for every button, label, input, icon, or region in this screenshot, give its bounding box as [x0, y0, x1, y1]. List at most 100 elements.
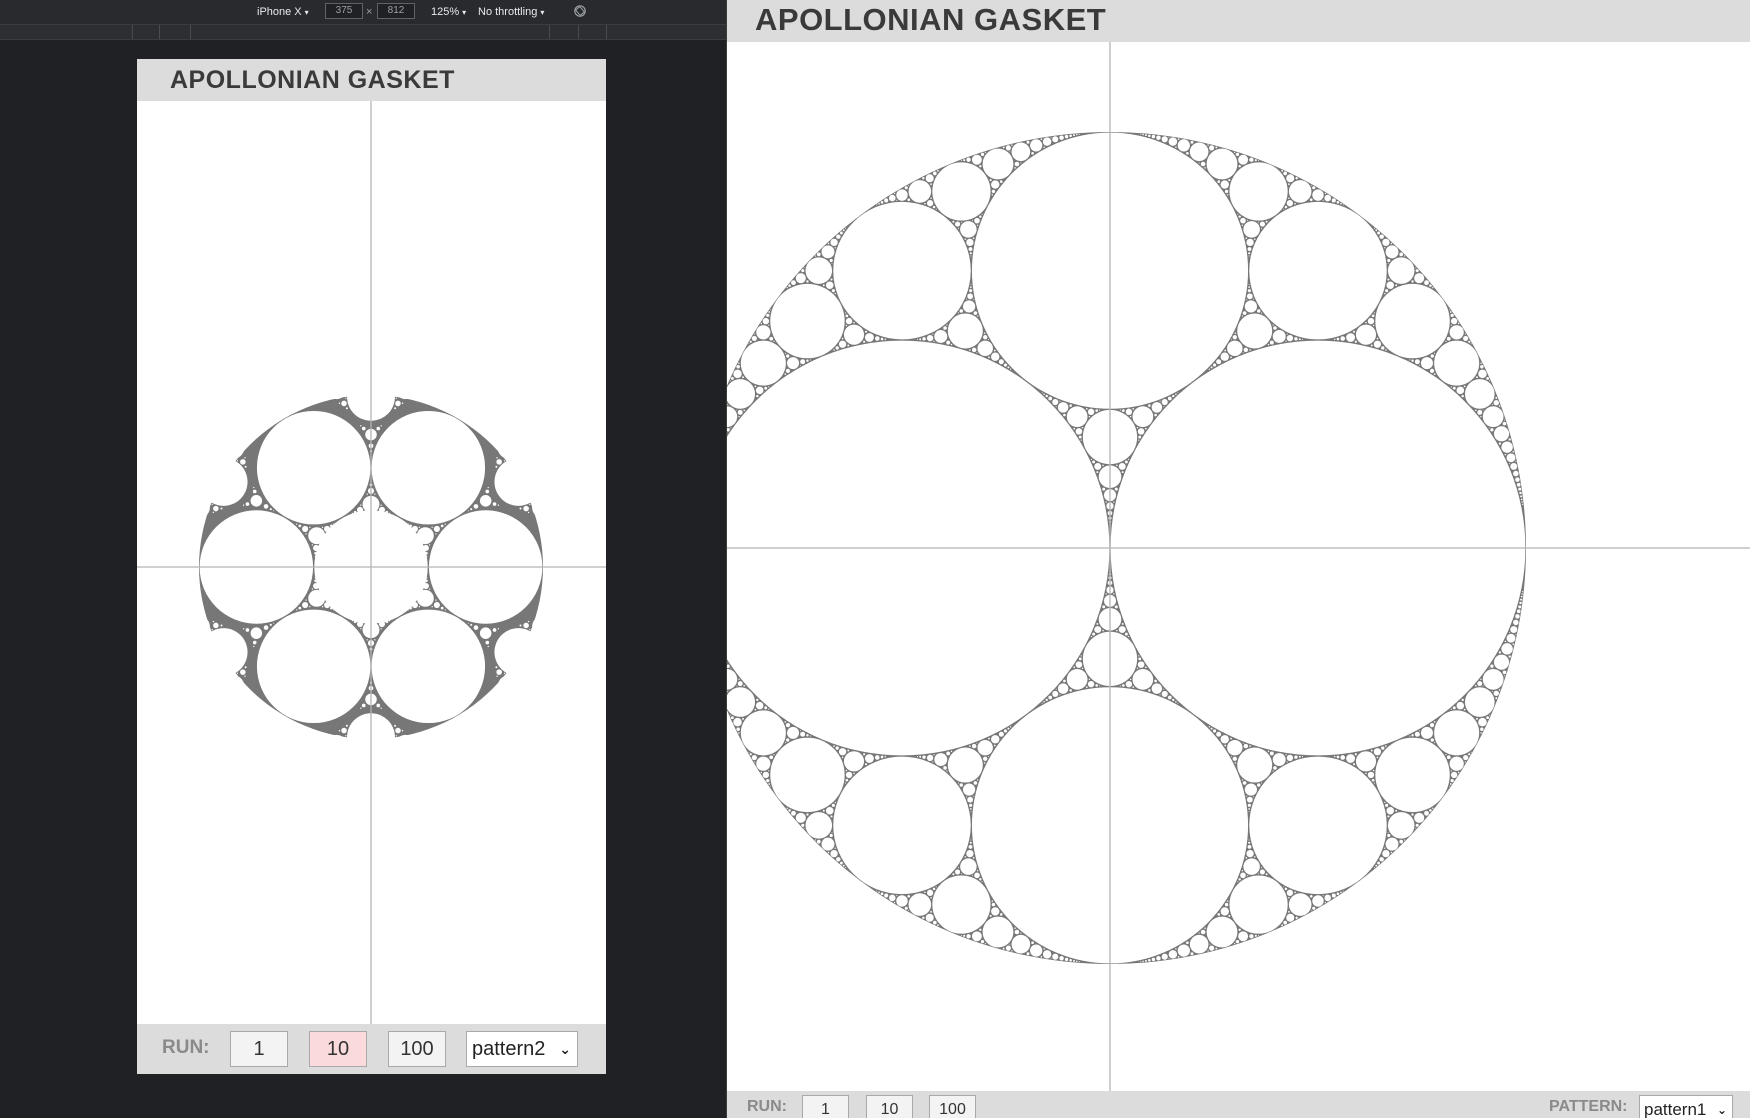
gasket-circle — [930, 197, 932, 199]
gasket-circle — [366, 493, 368, 495]
gasket-circle — [1248, 252, 1251, 255]
gasket-circle — [1088, 678, 1091, 681]
run-100-button[interactable]: 100 — [929, 1095, 976, 1118]
gasket-circle — [374, 493, 376, 495]
gasket-circle — [974, 217, 980, 224]
rotate-icon[interactable] — [573, 4, 587, 18]
gasket-circle — [1055, 406, 1057, 408]
gasket-circle — [999, 180, 1003, 183]
run-1-button[interactable]: 1 — [802, 1095, 849, 1118]
gasket-circle — [319, 544, 321, 546]
gasket-circle — [313, 582, 320, 590]
gasket-circle — [427, 745, 430, 747]
gasket-circle — [411, 525, 418, 533]
gasket-circle — [549, 548, 551, 550]
gasket-circle — [1246, 293, 1253, 300]
gasket-circle — [1387, 812, 1415, 839]
gasket-circle — [1283, 886, 1285, 888]
gasket-circle — [1414, 273, 1425, 284]
gasket-circle — [1075, 428, 1083, 435]
gasket-circle — [1177, 139, 1190, 152]
gasket-circle — [769, 755, 774, 760]
gasket-circle — [296, 730, 298, 732]
gasket-circle — [1461, 698, 1464, 702]
gasket-circle — [1224, 349, 1227, 352]
gasket-circle — [1248, 810, 1250, 812]
gasket-circle — [1324, 901, 1327, 904]
pattern-select[interactable]: pattern1 ⌄ — [1639, 1095, 1733, 1118]
gasket-circle — [800, 731, 806, 737]
gasket-circle — [269, 623, 272, 626]
gasket-circle — [479, 627, 492, 639]
gasket-circle — [467, 510, 469, 512]
gasket-circle — [907, 198, 911, 202]
gasket-circle — [730, 427, 732, 429]
gasket-circle — [1456, 386, 1465, 395]
gasket-circle — [1301, 338, 1304, 340]
gasket-circle — [822, 809, 825, 812]
gasket-circle — [327, 753, 329, 755]
throttling-select[interactable]: No throttling ▾ — [478, 4, 544, 20]
gasket-circle — [969, 349, 971, 351]
gasket-circle — [1140, 133, 1142, 135]
gasket-circle — [1247, 845, 1252, 849]
gasket-circle — [206, 675, 209, 677]
gasket-circle — [545, 602, 548, 605]
gasket-circle — [1294, 337, 1298, 341]
gasket-circle — [554, 622, 556, 624]
gasket-circle — [1154, 679, 1157, 683]
gasket-circle — [325, 599, 328, 601]
device-select[interactable]: iPhone X ▾ — [257, 4, 309, 20]
gasket-circle — [971, 875, 974, 877]
gasket-circle — [212, 448, 221, 457]
gasket-circle — [755, 701, 764, 710]
gasket-circle — [440, 524, 444, 528]
control-bar: RUN: 1 10 100 PATTERN: pattern1 ⌄ — [727, 1091, 1750, 1118]
run-1-button[interactable]: 1 — [230, 1031, 288, 1067]
gasket-circle — [1210, 366, 1213, 369]
gasket-circle — [785, 368, 791, 373]
gasket-circle — [1506, 633, 1516, 643]
gasket-circle — [1355, 324, 1377, 345]
gasket-circle — [1207, 950, 1209, 952]
gasket-circle — [1474, 684, 1477, 687]
gasket-circle — [1212, 729, 1217, 733]
gasket-circle — [967, 293, 974, 300]
gasket-circle — [760, 771, 763, 774]
gasket-circle — [847, 749, 850, 752]
gasket-circle — [935, 886, 937, 888]
gasket-circle — [1399, 252, 1404, 257]
gasket-circle — [1172, 698, 1175, 702]
gasket-circle — [1480, 678, 1482, 681]
gasket-circle — [1059, 400, 1061, 402]
gasket-circle — [1045, 698, 1048, 702]
gasket-circle — [831, 803, 835, 807]
device-width-input[interactable]: 375 — [325, 3, 363, 19]
device-height-input[interactable]: 812 — [377, 3, 415, 19]
gasket-circle — [908, 893, 932, 916]
gasket-circle — [833, 745, 835, 747]
gasket-circle — [1386, 281, 1395, 290]
gasket-circle — [1502, 670, 1507, 675]
gasket-circle — [943, 766, 947, 770]
run-10-button[interactable]: 10 — [866, 1095, 913, 1118]
dimension-separator: × — [366, 6, 373, 18]
gasket-circle — [311, 544, 314, 546]
gasket-circle — [1085, 686, 1088, 688]
run-10-button[interactable]: 10 — [309, 1031, 367, 1067]
run-100-button[interactable]: 100 — [388, 1031, 446, 1067]
gasket-circle — [983, 756, 988, 761]
gasket-circle — [1231, 338, 1233, 340]
gasket-circle — [930, 183, 932, 186]
zoom-select[interactable]: 125% ▾ — [431, 4, 466, 20]
gasket-circle — [389, 372, 397, 380]
gasket-circle — [378, 620, 386, 628]
gasket-circle — [930, 897, 932, 899]
pattern-select[interactable]: pattern2 ⌄ — [466, 1031, 578, 1067]
gasket-circle — [1336, 337, 1340, 341]
gasket-circle — [314, 396, 316, 398]
gasket-circle — [1267, 750, 1270, 753]
gasket-circle — [361, 426, 366, 431]
gasket-circle — [533, 675, 536, 677]
gasket-circle — [737, 681, 743, 687]
